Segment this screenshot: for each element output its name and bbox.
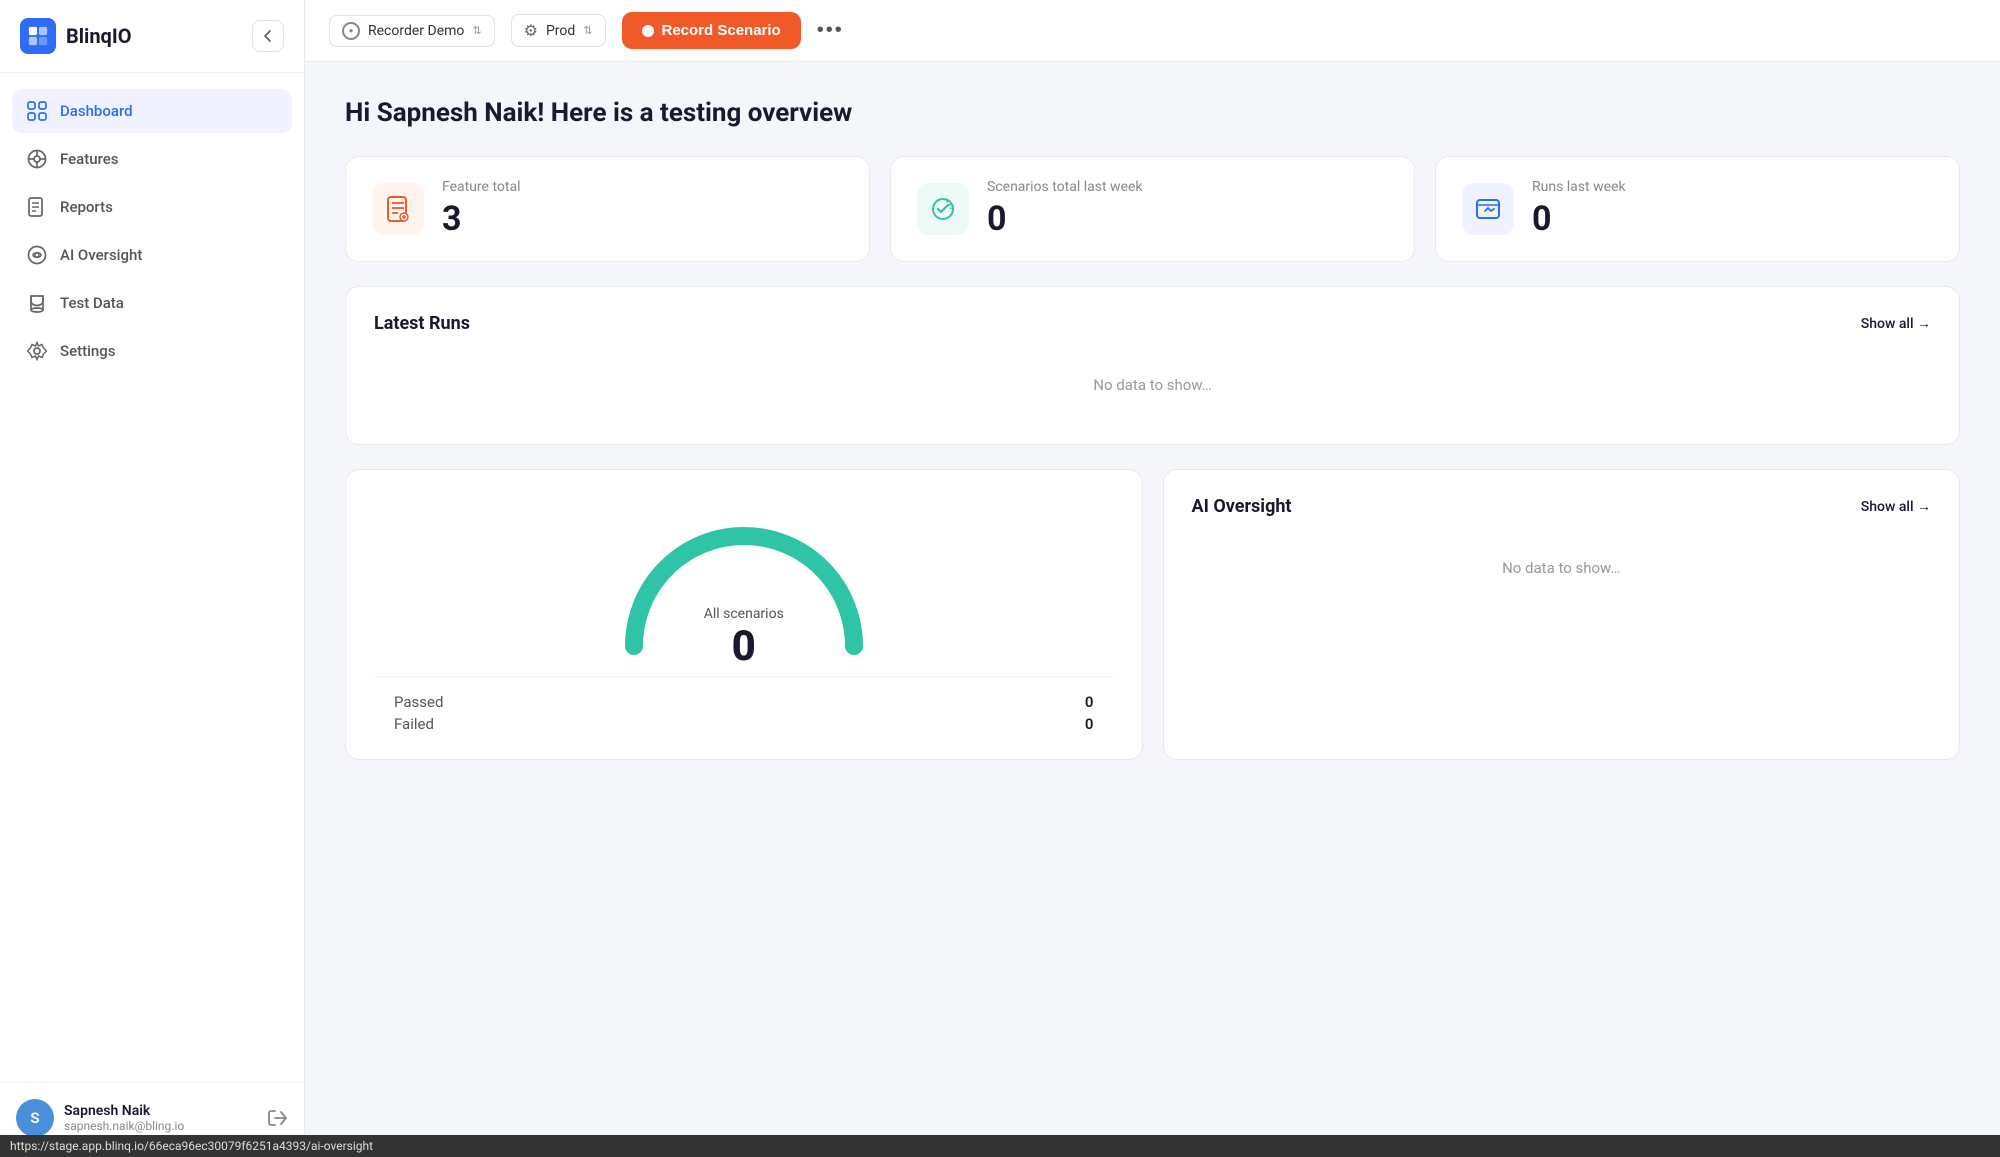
stat-info-feature-total: Feature total 3 [442,179,520,239]
gauge-center-text: All scenarios 0 [704,606,784,671]
stat-card-runs-last-week: Runs last week 0 [1435,156,1960,262]
latest-runs-panel: Latest Runs Show all → No data to show… [345,286,1960,445]
recorder-chevron-icon: ⇅ [472,24,481,37]
ai-oversight-icon [26,244,48,266]
latest-runs-header: Latest Runs Show all → [374,313,1931,334]
user-email: sapnesh.naik@bling.io [64,1119,258,1133]
sidebar-item-dashboard[interactable]: Dashboard [12,89,292,133]
app-name: BlinqIO [66,24,131,48]
avatar: S [16,1099,54,1137]
sidebar-item-settings[interactable]: Settings [12,329,292,373]
passed-value: 0 [1085,693,1094,711]
gauge-panel: All scenarios 0 Passed Failed 0 0 [345,469,1143,760]
ai-oversight-show-all[interactable]: Show all → [1861,498,1931,515]
reports-icon [26,196,48,218]
record-dot-icon [642,25,654,37]
user-name: Sapnesh Naik [64,1103,258,1119]
sidebar: BlinqIO Dashboard [0,0,305,1157]
stat-value-feature-total: 3 [442,199,520,239]
page-title: Hi Sapnesh Naik! Here is a testing overv… [345,98,1960,128]
sidebar-collapse-button[interactable] [252,20,284,52]
record-label: Record Scenario [662,22,781,39]
stats-row: Feature total 3 Scenarios total last wee… [345,156,1960,262]
failed-label: Failed [394,715,443,733]
sidebar-item-label-ai-oversight: AI Oversight [60,246,142,264]
gauge-label: All scenarios [704,606,784,622]
gauge-stat-labels: Passed Failed [394,693,443,733]
bottom-row: All scenarios 0 Passed Failed 0 0 [345,469,1960,784]
ai-oversight-empty: No data to show… [1192,535,1932,601]
sidebar-item-features[interactable]: Features [12,137,292,181]
more-options-button[interactable]: ••• [817,19,844,42]
latest-runs-show-all[interactable]: Show all → [1861,315,1931,332]
failed-value: 0 [1085,715,1094,733]
scenarios-total-icon-wrap [917,183,969,235]
env-chevron-icon: ⇅ [583,24,592,37]
main-content: Hi Sapnesh Naik! Here is a testing overv… [305,62,2000,1157]
stat-label-runs-last-week: Runs last week [1532,179,1626,195]
gauge-stat-values: 0 0 [1085,693,1094,733]
feature-total-icon-wrap [372,183,424,235]
user-info: Sapnesh Naik sapnesh.naik@bling.io [64,1103,258,1133]
stat-label-feature-total: Feature total [442,179,520,195]
sidebar-nav: Dashboard Features [0,73,304,1082]
sidebar-item-label-reports: Reports [60,198,113,216]
ai-oversight-header: AI Oversight Show all → [1192,496,1932,517]
stat-info-scenarios-total: Scenarios total last week 0 [987,179,1143,239]
sidebar-item-test-data[interactable]: Test Data [12,281,292,325]
ai-oversight-title: AI Oversight [1192,496,1292,517]
passed-label: Passed [394,693,443,711]
env-label: Prod [546,23,575,39]
recorder-label: Recorder Demo [368,23,464,39]
ai-oversight-panel: AI Oversight Show all → No data to show… [1163,469,1961,760]
recorder-icon: ● [342,22,360,40]
sidebar-item-label-settings: Settings [60,342,116,360]
statusbar: https://stage.app.blinq.io/66eca96ec3007… [0,1135,2000,1157]
test-data-icon [26,292,48,314]
stat-info-runs-last-week: Runs last week 0 [1532,179,1626,239]
stat-label-scenarios-total: Scenarios total last week [987,179,1143,195]
stat-value-runs-last-week: 0 [1532,199,1626,239]
latest-runs-empty: No data to show… [374,352,1931,418]
latest-runs-title: Latest Runs [374,313,470,334]
sidebar-item-label-features: Features [60,150,118,168]
features-icon [26,148,48,170]
env-selector[interactable]: ⚙ Prod ⇅ [511,14,606,47]
gauge-container: All scenarios 0 [374,496,1114,666]
gauge-stats: Passed Failed 0 0 [374,676,1114,733]
topbar: ● Recorder Demo ⇅ ⚙ Prod ⇅ Record Scenar… [305,0,2000,62]
stat-card-scenarios-total: Scenarios total last week 0 [890,156,1415,262]
sidebar-item-label-test-data: Test Data [60,294,124,312]
runs-last-week-icon-wrap [1462,183,1514,235]
sidebar-item-ai-oversight[interactable]: AI Oversight [12,233,292,277]
app-logo-icon [20,18,56,54]
settings-icon [26,340,48,362]
stat-card-feature-total: Feature total 3 [345,156,870,262]
main-area: ● Recorder Demo ⇅ ⚙ Prod ⇅ Record Scenar… [305,0,2000,1157]
logout-button[interactable] [268,1108,288,1128]
sidebar-item-label-dashboard: Dashboard [60,102,133,120]
sidebar-logo: BlinqIO [0,0,304,73]
record-scenario-button[interactable]: Record Scenario [622,12,801,49]
statusbar-url: https://stage.app.blinq.io/66eca96ec3007… [10,1139,373,1153]
stat-value-scenarios-total: 0 [987,199,1143,239]
gauge-value: 0 [704,622,784,671]
dashboard-icon [26,100,48,122]
sidebar-item-reports[interactable]: Reports [12,185,292,229]
recorder-selector[interactable]: ● Recorder Demo ⇅ [329,15,495,47]
env-icon: ⚙ [524,21,538,40]
